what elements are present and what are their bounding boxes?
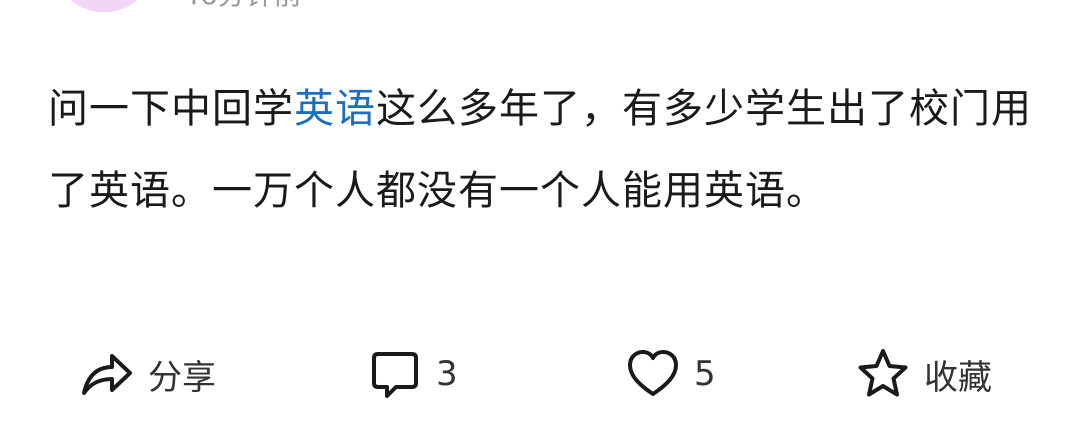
share-button[interactable]: 分享	[80, 336, 216, 412]
favorite-label: 收藏	[924, 357, 992, 398]
action-bar: 分享 3 5 收藏	[0, 336, 1080, 412]
comment-button[interactable]: 3	[368, 336, 458, 412]
comment-count: 3	[436, 354, 458, 394]
like-count: 5	[694, 354, 716, 394]
star-icon	[856, 347, 910, 401]
share-icon	[80, 347, 134, 401]
keyword-link[interactable]: 英语	[294, 86, 376, 132]
heart-icon	[626, 347, 680, 401]
like-button[interactable]: 5	[626, 336, 716, 412]
post-time: 46分钟前	[182, 0, 302, 10]
comment-icon	[368, 347, 422, 401]
post-body: 问一下中回学英语这么多年了，有多少学生出了校门用了英语。一万个人都没有一个人能用…	[48, 68, 1038, 232]
post-text-prefix: 问一下中回学	[48, 86, 294, 132]
favorite-button[interactable]: 收藏	[856, 336, 992, 412]
share-label: 分享	[148, 357, 216, 398]
avatar[interactable]	[60, 0, 148, 12]
